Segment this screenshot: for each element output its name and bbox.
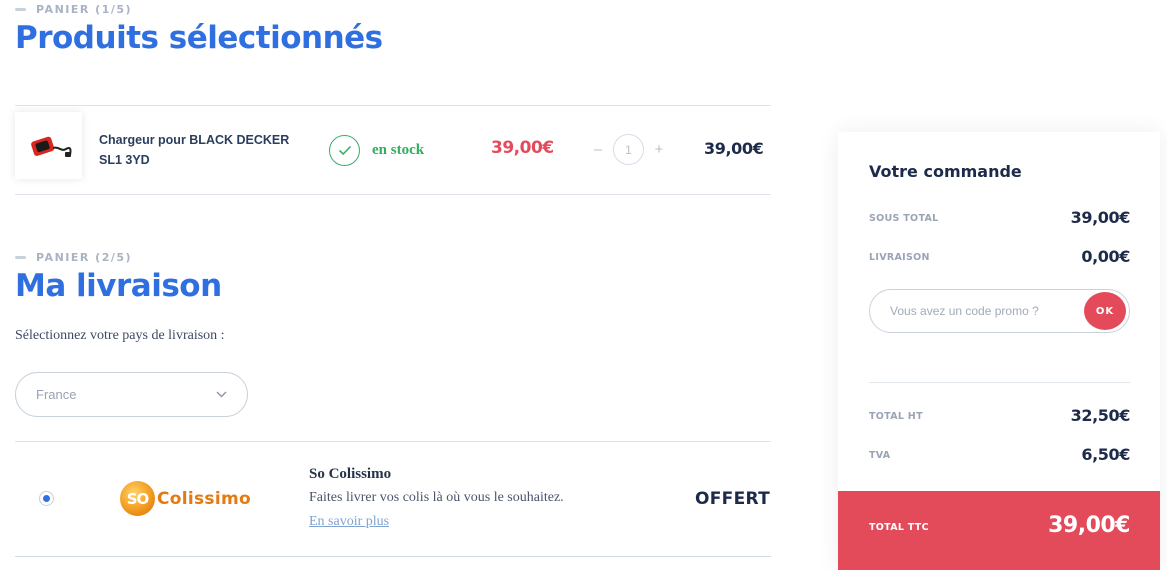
promo-code-input[interactable] [890,290,1070,332]
country-selected-value: France [36,387,77,402]
tva-label: TVA [869,450,891,461]
shipping-value: 0,00€ [1081,247,1130,266]
divider [15,105,771,106]
promo-code-field: OK [869,289,1130,333]
check-icon [329,135,360,166]
shipping-option-name: So Colissimo [309,466,392,482]
charger-icon [30,136,71,157]
delivery-step-label: PANIER (2/5) [15,251,132,264]
step-dash [15,8,26,11]
total-ttc-label: TOTAL TTC [869,522,929,533]
radio-selected-dot [43,495,50,502]
country-select[interactable]: France [15,372,248,417]
decrease-quantity-button[interactable]: – [592,141,604,158]
summary-divider [869,382,1130,383]
delivery-step-text: PANIER (2/5) [36,251,133,264]
stock-status: en stock [329,135,424,166]
subtotal-label: SOUS TOTAL [869,213,939,224]
line-total: 39,00€ [704,139,764,158]
divider [15,556,771,557]
shipping-option-radio[interactable] [39,491,54,506]
colissimo-logo: SO Colissimo [120,481,251,516]
stock-label: en stock [372,142,425,158]
cart-step-label: PANIER (1/5) [15,3,132,16]
so-badge: SO [120,481,155,516]
country-prompt: Sélectionnez votre pays de livraison : [15,328,225,343]
shipping-option-description: Faites livrer vos colis là où vous le so… [309,490,564,505]
product-thumbnail[interactable] [15,112,82,179]
shipping-option-price: OFFERT [695,489,771,509]
quantity-value[interactable]: 1 [613,134,644,165]
divider [15,441,771,442]
order-summary: Votre commande SOUS TOTAL 39,00€ LIVRAIS… [838,132,1160,570]
total-ht-value: 32,50€ [1070,406,1131,425]
delivery-title: Ma livraison [15,268,222,304]
summary-title: Votre commande [869,162,1022,181]
shipping-label: LIVRAISON [869,252,930,263]
cart-title: Produits sélectionnés [15,20,383,56]
step-dash [15,256,26,259]
colissimo-wordmark: Colissimo [157,488,251,509]
total-ttc-value: 39,00€ [1048,513,1130,538]
subtotal-value: 39,00€ [1070,208,1131,227]
promo-ok-button[interactable]: OK [1084,292,1126,330]
product-name[interactable]: Chargeur pour BLACK DECKER SL1 3YD [99,130,309,170]
quantity-stepper: – 1 + [592,134,665,165]
divider [15,194,771,195]
total-ht-label: TOTAL HT [869,411,923,422]
increase-quantity-button[interactable]: + [653,141,665,158]
tva-value: 6,50€ [1081,445,1130,464]
total-ttc-bar: TOTAL TTC 39,00€ [838,491,1160,570]
learn-more-link[interactable]: En savoir plus [309,514,389,530]
chevron-down-icon [216,391,227,398]
unit-price: 39,00€ [491,138,554,158]
cart-step-text: PANIER (1/5) [36,3,133,16]
